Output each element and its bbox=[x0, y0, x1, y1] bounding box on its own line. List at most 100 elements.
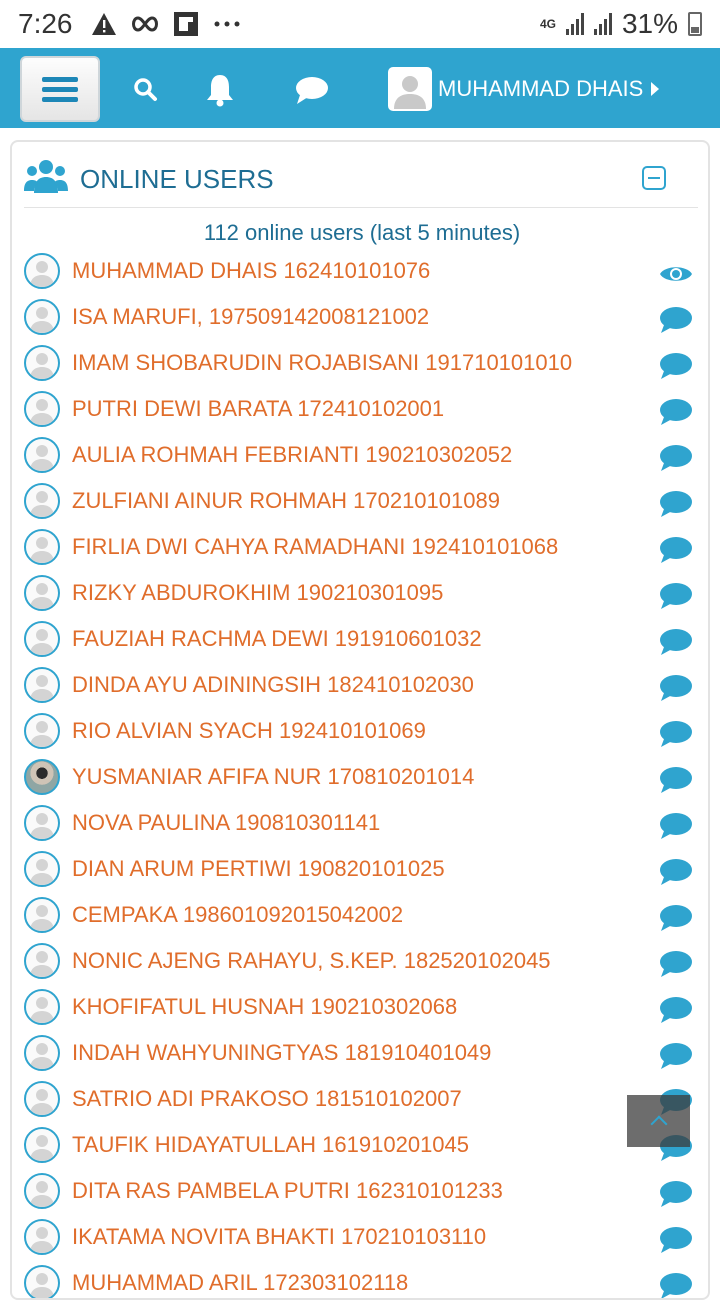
avatar bbox=[24, 437, 60, 473]
send-message-icon[interactable] bbox=[658, 535, 694, 565]
avatar bbox=[24, 1173, 60, 1209]
send-message-icon[interactable] bbox=[658, 719, 694, 749]
user-profile-link[interactable]: DIAN ARUM PERTIWI 190820101025 bbox=[72, 856, 445, 882]
users-group-icon bbox=[24, 157, 68, 202]
user-row: DINDA AYU ADININGSIH 182410102030 bbox=[24, 662, 694, 708]
messages-icon[interactable] bbox=[292, 70, 332, 110]
user-profile-link[interactable]: NOVA PAULINA 190810301141 bbox=[72, 810, 380, 836]
status-time: 7:26 bbox=[18, 8, 73, 39]
user-profile-link[interactable]: RIZKY ABDUROKHIM 190210301095 bbox=[72, 580, 443, 606]
send-message-icon[interactable] bbox=[658, 949, 694, 979]
user-row: NOVA PAULINA 190810301141 bbox=[24, 800, 694, 846]
user-profile-link[interactable]: AULIA ROHMAH FEBRIANTI 190210302052 bbox=[72, 442, 512, 468]
user-profile-link[interactable]: ZULFIANI AINUR ROHMAH 170210101089 bbox=[72, 488, 500, 514]
battery-percent: 31% bbox=[621, 8, 678, 39]
user-row: CEMPAKA 198601092015042002 bbox=[24, 892, 694, 938]
collapse-button[interactable] bbox=[642, 166, 666, 190]
user-profile-link[interactable]: CEMPAKA 198601092015042002 bbox=[72, 902, 403, 928]
online-users-block: ONLINE USERS 112 online users (last 5 mi… bbox=[10, 140, 710, 1300]
user-profile-link[interactable]: IKATAMA NOVITA BHAKTI 170210103110 bbox=[72, 1224, 486, 1250]
send-message-icon[interactable] bbox=[658, 489, 694, 519]
user-profile-link[interactable]: PUTRI DEWI BARATA 172410102001 bbox=[72, 396, 444, 422]
user-row: TAUFIK HIDAYATULLAH 161910201045 bbox=[24, 1122, 694, 1168]
signal-icon bbox=[565, 13, 584, 35]
user-profile-link[interactable]: ISA MARUFI, 197509142008121002 bbox=[72, 304, 429, 330]
user-row: YUSMANIAR AFIFA NUR 170810201014 bbox=[24, 754, 694, 800]
network-type-label: 4G bbox=[539, 17, 556, 31]
avatar bbox=[24, 1265, 60, 1298]
user-row: DIAN ARUM PERTIWI 190820101025 bbox=[24, 846, 694, 892]
send-message-icon[interactable] bbox=[658, 1179, 694, 1209]
avatar bbox=[24, 483, 60, 519]
user-row: IKATAMA NOVITA BHAKTI 170210103110 bbox=[24, 1214, 694, 1260]
user-profile-link[interactable]: FAUZIAH RACHMA DEWI 191910601032 bbox=[72, 626, 482, 652]
send-message-icon[interactable] bbox=[658, 351, 694, 381]
block-title: ONLINE USERS bbox=[80, 164, 274, 194]
avatar bbox=[24, 851, 60, 887]
send-message-icon[interactable] bbox=[658, 305, 694, 335]
send-message-icon[interactable] bbox=[658, 857, 694, 887]
user-profile-link[interactable]: INDAH WAHYUNINGTYAS 181910401049 bbox=[72, 1040, 491, 1066]
eye-icon[interactable] bbox=[658, 259, 694, 289]
send-message-icon[interactable] bbox=[658, 581, 694, 611]
user-profile-link[interactable]: IMAM SHOBARUDIN ROJABISANI 191710101010 bbox=[72, 350, 572, 376]
user-profile-link[interactable]: FIRLIA DWI CAHYA RAMADHANI 192410101068 bbox=[72, 534, 558, 560]
scroll-to-top-button[interactable] bbox=[627, 1095, 690, 1147]
user-profile-link[interactable]: MUHAMMAD DHAIS 162410101076 bbox=[72, 258, 430, 284]
avatar bbox=[24, 253, 60, 289]
top-navbar: MUHAMMAD DHAIS bbox=[0, 48, 720, 128]
online-users-summary: 112 online users (last 5 minutes) bbox=[203, 220, 521, 245]
send-message-icon[interactable] bbox=[658, 673, 694, 703]
user-row: SATRIO ADI PRAKOSO 181510102007 bbox=[24, 1076, 694, 1122]
send-message-icon[interactable] bbox=[658, 1271, 694, 1298]
signal-icon-2 bbox=[593, 13, 612, 35]
user-profile-link[interactable]: TAUFIK HIDAYATULLAH 161910201045 bbox=[72, 1132, 469, 1158]
user-row: MUHAMMAD DHAIS 162410101076 bbox=[24, 248, 694, 294]
user-row: PUTRI DEWI BARATA 172410102001 bbox=[24, 386, 694, 432]
avatar bbox=[24, 1219, 60, 1255]
user-profile-link[interactable]: KHOFIFATUL HUSNAH 190210302068 bbox=[72, 994, 457, 1020]
infinity-icon bbox=[131, 15, 159, 33]
battery-icon bbox=[688, 12, 702, 36]
user-row: NONIC AJENG RAHAYU, S.KEP. 182520102045 bbox=[24, 938, 694, 984]
send-message-icon[interactable] bbox=[658, 765, 694, 795]
avatar bbox=[24, 943, 60, 979]
user-row: RIZKY ABDUROKHIM 190210301095 bbox=[24, 570, 694, 616]
avatar bbox=[24, 1127, 60, 1163]
user-profile-link[interactable]: DITA RAS PAMBELA PUTRI 162310101233 bbox=[72, 1178, 503, 1204]
user-profile-link[interactable]: SATRIO ADI PRAKOSO 181510102007 bbox=[72, 1086, 462, 1112]
send-message-icon[interactable] bbox=[658, 1225, 694, 1255]
user-profile-link[interactable]: YUSMANIAR AFIFA NUR 170810201014 bbox=[72, 764, 474, 790]
avatar bbox=[24, 621, 60, 657]
send-message-icon[interactable] bbox=[658, 903, 694, 933]
user-menu[interactable]: MUHAMMAD DHAIS bbox=[388, 66, 660, 112]
caret-right-icon bbox=[651, 82, 660, 96]
avatar bbox=[24, 667, 60, 703]
send-message-icon[interactable] bbox=[658, 995, 694, 1025]
avatar bbox=[24, 897, 60, 933]
user-row: DITA RAS PAMBELA PUTRI 162310101233 bbox=[24, 1168, 694, 1214]
avatar bbox=[24, 391, 60, 427]
send-message-icon[interactable] bbox=[658, 397, 694, 427]
send-message-icon[interactable] bbox=[658, 443, 694, 473]
avatar bbox=[24, 529, 60, 565]
user-profile-link[interactable]: MUHAMMAD ARIL 172303102118 bbox=[72, 1270, 408, 1296]
avatar bbox=[24, 759, 60, 795]
user-row: INDAH WAHYUNINGTYAS 181910401049 bbox=[24, 1030, 694, 1076]
user-name: MUHAMMAD DHAIS bbox=[438, 76, 644, 101]
user-profile-link[interactable]: NONIC AJENG RAHAYU, S.KEP. 182520102045 bbox=[72, 948, 551, 974]
hamburger-menu-button[interactable] bbox=[20, 56, 100, 122]
avatar bbox=[24, 299, 60, 335]
user-profile-link[interactable]: DINDA AYU ADININGSIH 182410102030 bbox=[72, 672, 474, 698]
send-message-icon[interactable] bbox=[658, 811, 694, 841]
search-icon[interactable] bbox=[126, 70, 166, 110]
avatar bbox=[24, 1035, 60, 1071]
user-profile-link[interactable]: RIO ALVIAN SYACH 192410101069 bbox=[72, 718, 426, 744]
send-message-icon[interactable] bbox=[658, 1041, 694, 1071]
send-message-icon[interactable] bbox=[658, 627, 694, 657]
user-row: AULIA ROHMAH FEBRIANTI 190210302052 bbox=[24, 432, 694, 478]
user-list: MUHAMMAD DHAIS 162410101076 ISA MARUFI, 1… bbox=[24, 248, 694, 1298]
avatar bbox=[24, 1081, 60, 1117]
bell-icon[interactable] bbox=[200, 70, 240, 110]
user-row: ISA MARUFI, 197509142008121002 bbox=[24, 294, 694, 340]
